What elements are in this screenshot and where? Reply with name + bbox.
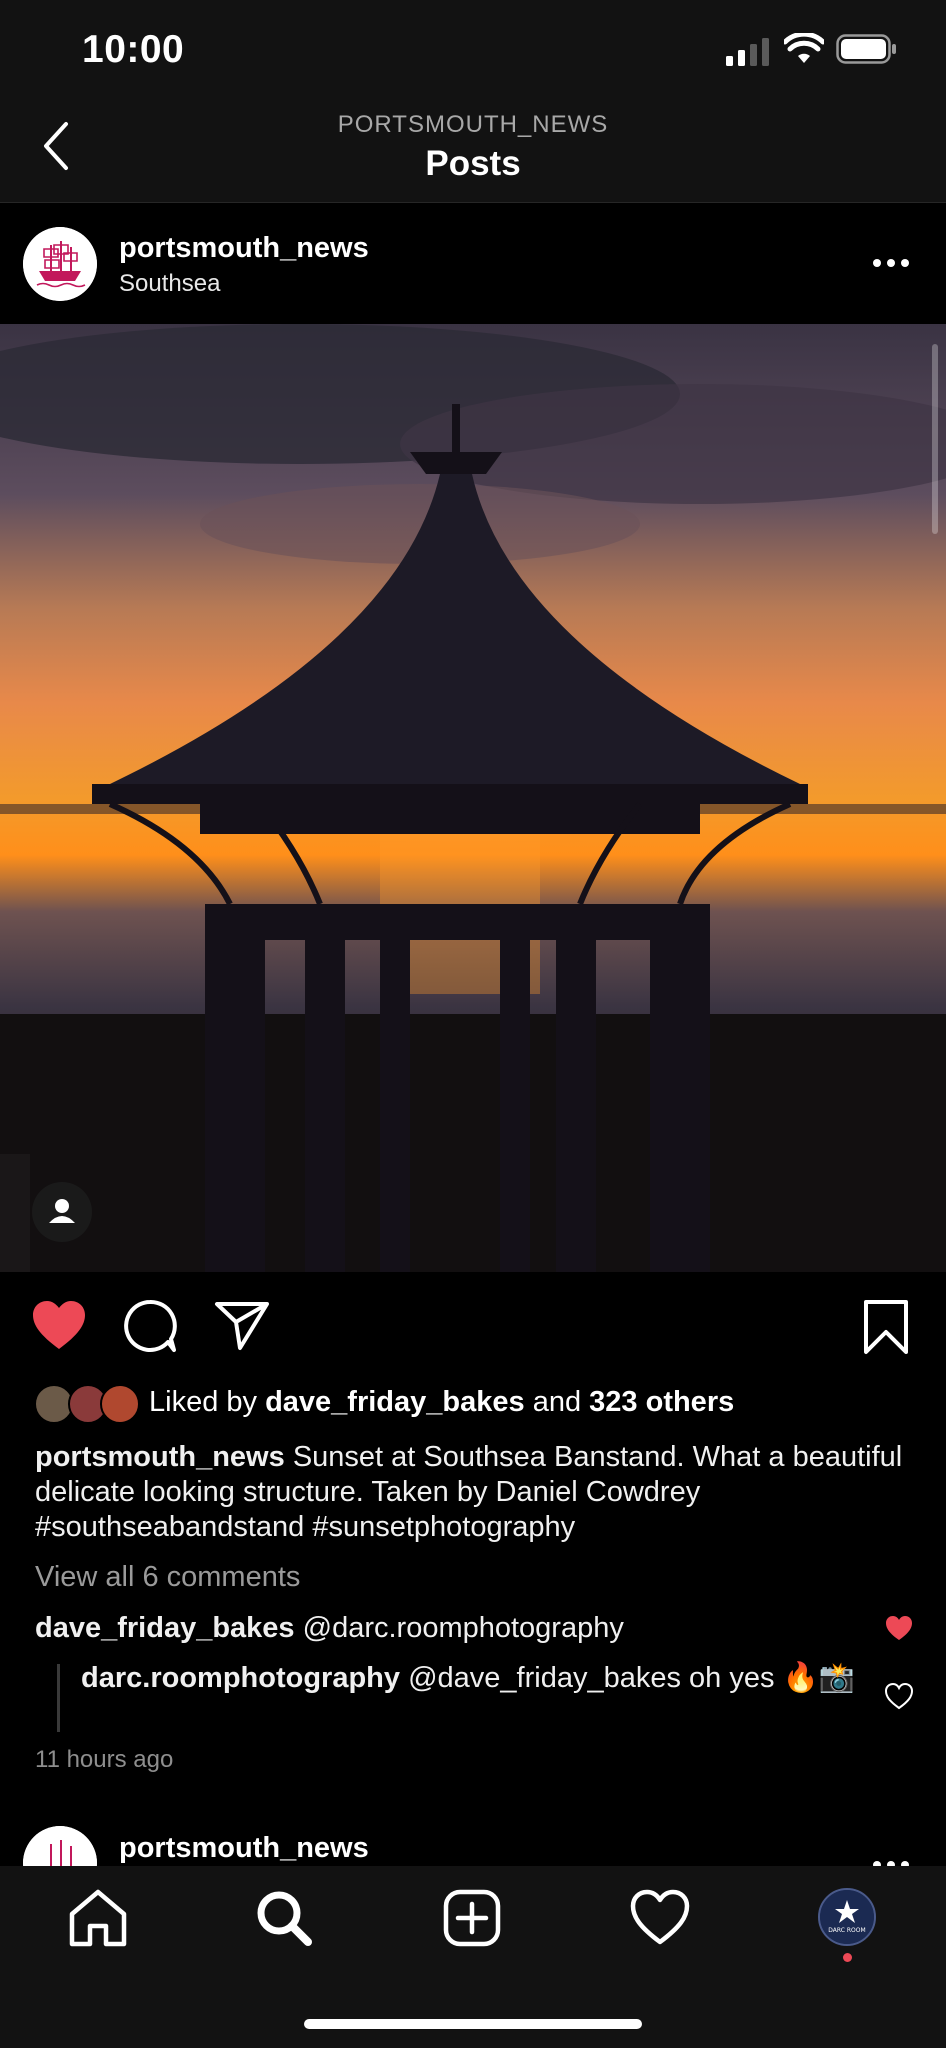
reply-thread-line: [57, 1664, 60, 1732]
comment-bubble-icon[interactable]: [122, 1298, 178, 1354]
post-timestamp: 11 hours ago: [35, 1746, 174, 1773]
notification-dot: [843, 1953, 852, 1962]
battery-icon: [836, 34, 896, 64]
share-paper-plane-icon[interactable]: [213, 1298, 271, 1352]
home-icon[interactable]: [66, 1886, 130, 1950]
search-icon[interactable]: [252, 1886, 316, 1950]
profile-avatar[interactable]: DARC ROOM: [818, 1888, 876, 1946]
comment-like-heart-icon[interactable]: [884, 1682, 914, 1710]
nav-divider: [0, 202, 946, 203]
next-post-username[interactable]: portsmouth_news: [119, 1832, 369, 1865]
status-time: 10:00: [82, 28, 185, 71]
home-indicator[interactable]: [304, 2019, 642, 2029]
comment-username[interactable]: darc.roomphotography: [81, 1662, 400, 1694]
tagged-people-button[interactable]: [32, 1182, 92, 1242]
person-icon: [49, 1199, 75, 1223]
more-options-icon[interactable]: [868, 248, 914, 278]
view-all-comments-link[interactable]: View all 6 comments: [35, 1561, 300, 1594]
comment-text: @dave_friday_bakes oh yes 🔥📸: [408, 1662, 855, 1694]
likers-avatars[interactable]: [34, 1384, 144, 1424]
comment: dave_friday_bakes @darc.roomphotography: [35, 1610, 875, 1646]
liker-avatar: [100, 1384, 140, 1424]
profile-logo-text: DARC ROOM: [828, 1927, 865, 1934]
darc-room-logo-icon: DARC ROOM: [820, 1890, 874, 1944]
wifi-icon: [784, 33, 824, 63]
post-caption: portsmouth_news Sunset at Southsea Banst…: [35, 1440, 915, 1545]
post-photo[interactable]: [0, 324, 946, 1272]
post-location[interactable]: Southsea: [119, 270, 220, 298]
post-author-username[interactable]: portsmouth_news: [119, 232, 369, 265]
ship-logo-icon: [23, 227, 97, 301]
likes-summary[interactable]: Liked by dave_friday_bakes and 323 other…: [149, 1386, 734, 1419]
bookmark-icon[interactable]: [862, 1298, 910, 1356]
scroll-indicator[interactable]: [932, 344, 938, 534]
nav-title: Posts: [425, 144, 521, 183]
signal-icon: [726, 38, 769, 66]
comment-username[interactable]: dave_friday_bakes: [35, 1612, 295, 1644]
like-heart-icon[interactable]: [30, 1298, 88, 1352]
likes-others[interactable]: 323 others: [589, 1386, 734, 1418]
plus-square-icon[interactable]: [440, 1886, 504, 1950]
likes-prefix: Liked by: [149, 1386, 258, 1418]
likes-and: and: [532, 1386, 582, 1418]
post-author-avatar[interactable]: [23, 227, 97, 301]
heart-icon[interactable]: [628, 1886, 692, 1950]
caption-username[interactable]: portsmouth_news: [35, 1441, 285, 1473]
comment-text: @darc.roomphotography: [302, 1612, 624, 1644]
comment-like-heart-icon[interactable]: [884, 1614, 914, 1642]
nav-subtitle: PORTSMOUTH_NEWS: [337, 111, 609, 138]
comment-reply: darc.roomphotography @dave_friday_bakes …: [81, 1660, 881, 1696]
likes-user[interactable]: dave_friday_bakes: [265, 1386, 525, 1418]
